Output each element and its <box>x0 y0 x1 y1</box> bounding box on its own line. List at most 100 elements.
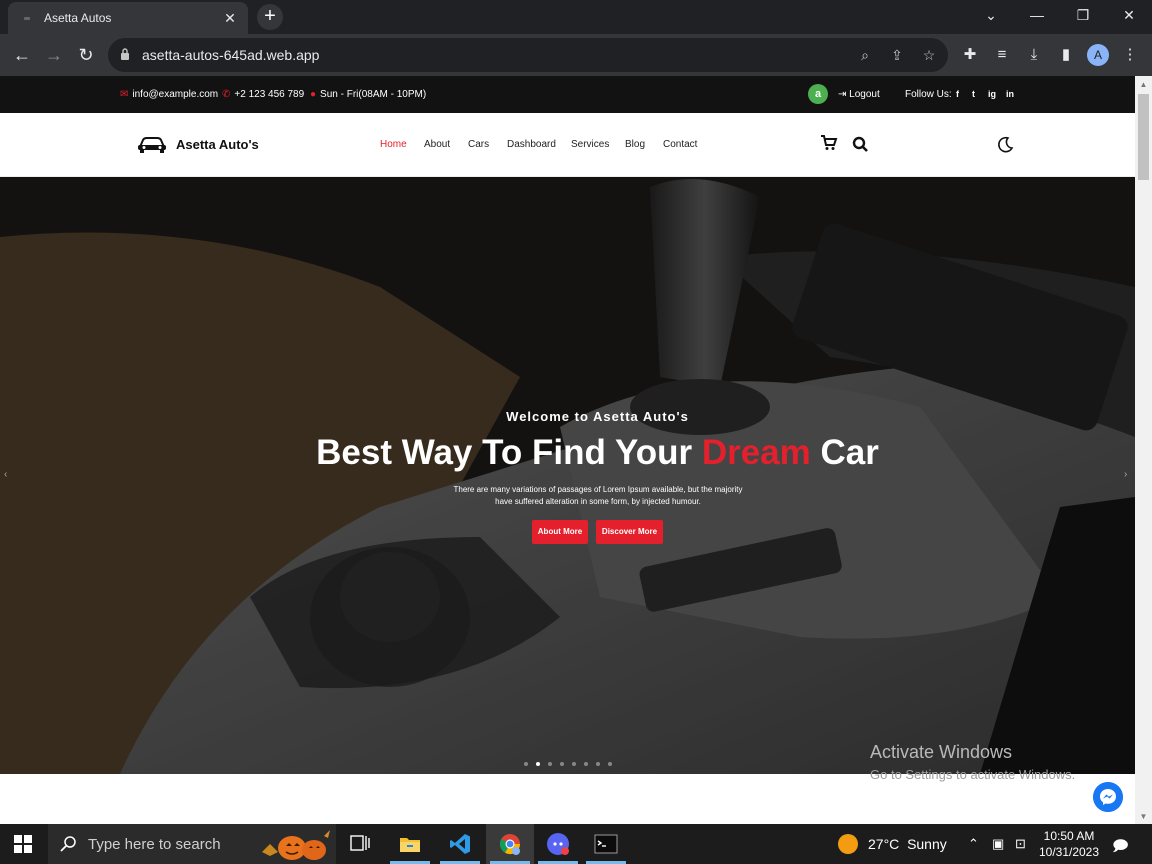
temperature-text: 27°C <box>868 836 900 852</box>
page-viewport: ✉ info@example.com ✆ +2 123 456 789 ● Sun -… <box>0 76 1135 824</box>
phone-info[interactable]: ✆ +2 123 456 789 <box>222 89 304 100</box>
dark-mode-moon-icon[interactable] <box>996 136 1014 154</box>
hero-slider: ‹ › Welcome to Asetta Auto's Best Way To… <box>0 177 1135 774</box>
weather-widget[interactable]: 27°C Sunny <box>868 836 947 852</box>
close-tab-icon[interactable]: ✕ <box>220 8 240 28</box>
close-window-icon[interactable]: ✕ <box>1106 0 1152 30</box>
scroll-up-icon[interactable]: ▲ <box>1139 80 1148 89</box>
task-view-icon[interactable] <box>348 832 372 856</box>
clock-icon: ● <box>310 89 317 100</box>
new-tab-button[interactable]: + <box>257 4 283 30</box>
nav-dashboard[interactable]: Dashboard <box>507 139 556 150</box>
slider-dot[interactable] <box>536 762 540 766</box>
nav-services[interactable]: Services <box>571 139 609 150</box>
nav-home[interactable]: Home <box>380 139 407 150</box>
cart-icon[interactable] <box>820 134 838 152</box>
brand-name[interactable]: Asetta Auto's <box>176 137 259 152</box>
instagram-icon[interactable]: ig <box>988 89 996 99</box>
nav-about[interactable]: About <box>424 139 450 150</box>
nav-contact[interactable]: Contact <box>663 139 697 150</box>
headline-part-1: Best Way To Find Your <box>316 433 702 472</box>
activate-windows-title: Activate Windows <box>870 742 1013 762</box>
slider-dot[interactable] <box>524 762 528 766</box>
scroll-thumb[interactable] <box>1138 94 1149 180</box>
reload-icon[interactable]: ↻ <box>74 43 98 67</box>
vscode-icon[interactable] <box>448 832 472 856</box>
notifications-icon[interactable]: 🗩 <box>1112 836 1129 861</box>
top-info-bar: ✉ info@example.com ✆ +2 123 456 789 ● Sun -… <box>0 76 1135 113</box>
taskbar-clock[interactable]: 10:50 AM 10/31/2023 <box>1036 828 1102 860</box>
tab-search-icon[interactable]: ⌄ <box>968 0 1014 30</box>
tray-chevron-icon[interactable]: ⌃ <box>968 836 979 852</box>
restore-icon[interactable]: ❐ <box>1060 0 1106 30</box>
meet-now-icon[interactable]: ▣ <box>992 836 1004 852</box>
slider-dot[interactable] <box>572 762 576 766</box>
phone-text: +2 123 456 789 <box>234 89 305 100</box>
taskbar-search-placeholder: Type here to search <box>88 836 221 853</box>
media-control-icon[interactable]: ≡ <box>992 45 1012 65</box>
bookmark-star-icon[interactable]: ☆ <box>920 46 938 64</box>
slider-dot[interactable] <box>584 762 588 766</box>
slider-dot[interactable] <box>608 762 612 766</box>
minimize-icon[interactable]: — <box>1014 0 1060 30</box>
about-more-button[interactable]: About More <box>532 520 588 544</box>
lock-icon <box>121 48 129 60</box>
windows-start-icon[interactable] <box>14 835 32 853</box>
profile-avatar[interactable]: A <box>1087 44 1109 66</box>
chrome-icon[interactable] <box>498 832 522 856</box>
share-icon[interactable]: ⇪ <box>888 46 906 64</box>
facebook-icon[interactable]: f <box>956 89 959 99</box>
slider-dot[interactable] <box>560 762 564 766</box>
user-avatar[interactable]: a <box>808 84 828 104</box>
back-icon[interactable]: ← <box>10 43 34 67</box>
email-info[interactable]: ✉ info@example.com <box>120 89 218 100</box>
weather-sun-icon[interactable] <box>838 834 858 854</box>
headline-part-2: Car <box>810 433 879 472</box>
phone-icon: ✆ <box>222 89 231 100</box>
hero-overlay <box>0 177 1135 774</box>
download-icon[interactable]: ⤓ <box>1024 45 1044 65</box>
taskbar-search-icon <box>60 836 76 852</box>
forward-icon[interactable]: → <box>42 43 66 67</box>
side-panel-icon[interactable]: ▮ <box>1056 45 1076 65</box>
zoom-icon[interactable]: ⌕ <box>856 46 874 64</box>
network-icon[interactable]: ⊡ <box>1015 836 1026 852</box>
messenger-chat-icon[interactable] <box>1093 782 1123 812</box>
extensions-icon[interactable]: ✚ <box>960 45 980 65</box>
twitter-icon[interactable]: t <box>972 89 975 99</box>
browser-tab[interactable]: Asetta Autos ✕ <box>8 2 248 34</box>
scroll-down-icon[interactable]: ▼ <box>1139 812 1148 821</box>
nav-blog[interactable]: Blog <box>625 139 645 150</box>
hero-subtitle: There are many variations of passages of… <box>453 485 743 506</box>
linkedin-icon[interactable]: in <box>1006 89 1014 99</box>
hero-welcome: Welcome to Asetta Auto's <box>506 409 689 424</box>
url-text: asetta-autos-645ad.web.app <box>142 47 320 63</box>
car-logo-icon[interactable] <box>136 135 168 153</box>
site-favicon <box>24 17 30 20</box>
discover-more-button[interactable]: Discover More <box>596 520 663 544</box>
address-bar[interactable]: asetta-autos-645ad.web.app ⌕ ⇪ ☆ <box>108 38 948 72</box>
follow-us-label: Follow Us: <box>905 89 952 100</box>
taskbar-search-box[interactable]: Type here to search <box>48 824 336 864</box>
logout-link[interactable]: ⇥ Logout <box>838 89 880 100</box>
page-scrollbar[interactable]: ▲ ▼ <box>1135 76 1152 824</box>
headline-accent: Dream <box>701 433 811 472</box>
clock-date: 10/31/2023 <box>1038 845 1100 859</box>
discord-icon[interactable] <box>546 832 570 856</box>
search-icon[interactable] <box>852 136 870 154</box>
file-explorer-icon[interactable] <box>398 832 422 856</box>
site-header: Asetta Auto's Home About Cars Dashboard … <box>0 113 1135 177</box>
browser-toolbar: ← → ↻ asetta-autos-645ad.web.app ⌕ ⇪ ☆ ✚… <box>0 34 1152 76</box>
logout-text: Logout <box>849 89 880 100</box>
weather-text: Sunny <box>907 836 947 852</box>
mail-icon: ✉ <box>120 89 129 100</box>
email-text: info@example.com <box>132 89 219 100</box>
hero-headline: Best Way To Find Your Dream Car <box>0 433 1135 473</box>
slider-dot[interactable] <box>548 762 552 766</box>
logout-icon: ⇥ <box>838 89 850 100</box>
terminal-icon[interactable] <box>594 832 618 856</box>
nav-cars[interactable]: Cars <box>468 139 489 150</box>
menu-kebab-icon[interactable]: ⋮ <box>1120 45 1140 65</box>
slider-dot[interactable] <box>596 762 600 766</box>
halloween-pumpkins-icon <box>262 830 330 860</box>
